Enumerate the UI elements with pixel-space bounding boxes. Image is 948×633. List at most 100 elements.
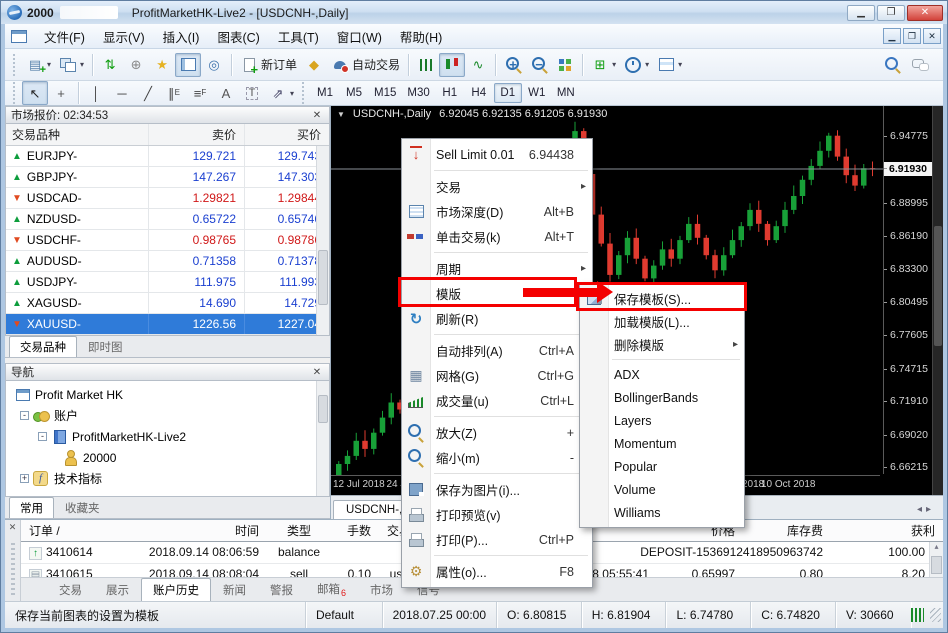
- strategy-tester-button[interactable]: ◎: [201, 53, 227, 77]
- collapse-icon[interactable]: -: [38, 432, 47, 441]
- template-submenu-item-8[interactable]: Popular: [580, 455, 744, 478]
- context-menu-item-14[interactable]: 放大(Z)+: [402, 420, 592, 445]
- context-menu-item-21[interactable]: ⚙属性(o)...F8: [402, 559, 592, 584]
- market-watch-row-XAGUSD-[interactable]: ▲XAGUSD-14.69014.729: [6, 293, 329, 314]
- periods-button[interactable]: ▾: [620, 53, 653, 77]
- tile-windows-button[interactable]: [552, 53, 578, 77]
- column-订单 /[interactable]: 订单 /: [21, 522, 117, 539]
- tab-账户历史[interactable]: 账户历史: [141, 578, 211, 601]
- tab-交易品种[interactable]: 交易品种: [9, 336, 77, 357]
- close-icon[interactable]: ✕: [310, 110, 324, 121]
- market-watch-scrollbar[interactable]: [316, 146, 329, 335]
- column-bid[interactable]: 卖价: [148, 124, 244, 145]
- tab-展示[interactable]: 展示: [94, 578, 141, 601]
- template-submenu-item-6[interactable]: Layers: [580, 409, 744, 432]
- drag-grip[interactable]: [11, 541, 15, 595]
- close-button[interactable]: ✕: [907, 5, 943, 21]
- tree-item-accounts[interactable]: - 账户: [6, 405, 329, 426]
- search-icon[interactable]: [883, 56, 901, 73]
- candle-chart-button[interactable]: [439, 53, 465, 77]
- line-chart-button[interactable]: ∿: [465, 53, 491, 77]
- market-watch-button[interactable]: ⇅: [97, 53, 123, 77]
- context-menu-item-15[interactable]: 缩小(m)-: [402, 445, 592, 470]
- context-menu-item-2[interactable]: 交易▸: [402, 174, 592, 199]
- column-类型[interactable]: 类型: [267, 522, 331, 539]
- template-submenu-item-2[interactable]: 删除模版▸: [580, 333, 744, 356]
- restore-button[interactable]: ❐: [877, 5, 905, 21]
- label-tool[interactable]: T: [239, 81, 265, 105]
- market-watch-row-USDCAD-[interactable]: ▼USDCAD-1.298211.29844: [6, 188, 329, 209]
- cursor-tool[interactable]: ↖: [22, 81, 48, 105]
- column-时间[interactable]: 时间: [117, 522, 267, 539]
- timeframe-M15[interactable]: M15: [369, 83, 401, 103]
- zoom-out-button[interactable]: −: [526, 53, 552, 77]
- timeframe-M5[interactable]: M5: [340, 83, 368, 103]
- shapes-tool[interactable]: ⇗▾: [265, 81, 298, 105]
- profiles-button[interactable]: ▾: [55, 53, 88, 77]
- minimize-button[interactable]: ▁: [847, 5, 875, 21]
- context-menu-item-3[interactable]: 市场深度(D)Alt+B: [402, 199, 592, 224]
- context-menu-item-4[interactable]: 单击交易(k)Alt+T: [402, 224, 592, 249]
- tab-市场[interactable]: 市场: [358, 578, 405, 601]
- menu-item-3[interactable]: 图表(C): [208, 24, 268, 49]
- new-chart-button[interactable]: ▤+▾: [22, 53, 55, 77]
- column-手数[interactable]: 手数: [331, 522, 379, 539]
- menu-item-2[interactable]: 插入(I): [154, 24, 209, 49]
- vertical-line-tool[interactable]: │: [83, 81, 109, 105]
- menu-item-5[interactable]: 窗口(W): [328, 24, 391, 49]
- timeframe-MN[interactable]: MN: [552, 83, 580, 103]
- market-watch-row-NZDUSD-[interactable]: ▲NZDUSD-0.657220.65746: [6, 209, 329, 230]
- expand-icon[interactable]: +: [20, 474, 29, 483]
- tab-邮箱[interactable]: 邮箱6: [305, 577, 358, 601]
- child-minimize-button[interactable]: ▁: [883, 28, 901, 44]
- bar-chart-button[interactable]: [413, 53, 439, 77]
- terminal-scrollbar[interactable]: ▴: [929, 542, 943, 577]
- chart-scrollbar[interactable]: [932, 106, 943, 495]
- fibonacci-tool[interactable]: ≡F: [187, 81, 213, 105]
- context-menu-item-7[interactable]: 模版▸: [402, 281, 592, 306]
- market-watch-row-XAUUSD-[interactable]: ▼XAUUSD-1226.561227.04: [6, 314, 329, 335]
- timeframe-M30[interactable]: M30: [402, 83, 434, 103]
- market-watch-row-GBPJPY-[interactable]: ▲GBPJPY-147.267147.303: [6, 167, 329, 188]
- data-window-button[interactable]: ⊕: [123, 53, 149, 77]
- column-symbol[interactable]: 交易品种: [6, 126, 148, 143]
- tree-item-account[interactable]: 20000: [6, 447, 329, 468]
- navigator-button[interactable]: ★: [149, 53, 175, 77]
- tab-即时图[interactable]: 即时图: [77, 336, 134, 357]
- context-menu-item-0[interactable]: ↓Sell Limit 0.016.94438: [402, 142, 592, 167]
- child-close-button[interactable]: ✕: [923, 28, 941, 44]
- terminal-button[interactable]: [175, 53, 201, 77]
- menu-item-1[interactable]: 显示(V): [94, 24, 154, 49]
- timeframe-H4[interactable]: H4: [465, 83, 493, 103]
- context-menu-item-18[interactable]: 打印预览(v): [402, 502, 592, 527]
- template-submenu-item-0[interactable]: 保存模板(S)...: [580, 287, 744, 310]
- tab-交易[interactable]: 交易: [47, 578, 94, 601]
- timeframe-M1[interactable]: M1: [311, 83, 339, 103]
- crosshair-tool[interactable]: +: [48, 81, 74, 105]
- zoom-in-button[interactable]: +: [500, 53, 526, 77]
- timeframe-H1[interactable]: H1: [436, 83, 464, 103]
- chat-icon[interactable]: [911, 56, 929, 73]
- template-submenu-item-4[interactable]: ADX: [580, 363, 744, 386]
- template-submenu-item-5[interactable]: BollingerBands: [580, 386, 744, 409]
- template-submenu-item-7[interactable]: Momentum: [580, 432, 744, 455]
- context-menu-item-19[interactable]: 打印(P)...Ctrl+P: [402, 527, 592, 552]
- context-menu-item-10[interactable]: 自动排列(A)Ctrl+A: [402, 338, 592, 363]
- tab-警报[interactable]: 警报: [258, 578, 305, 601]
- context-menu-item-12[interactable]: 成交量(u)Ctrl+L: [402, 388, 592, 413]
- template-submenu-item-9[interactable]: Volume: [580, 478, 744, 501]
- column-ask[interactable]: 买价: [244, 124, 329, 145]
- resize-grip-icon[interactable]: [930, 608, 941, 622]
- context-menu-item-6[interactable]: 周期▸: [402, 256, 592, 281]
- indicators-button[interactable]: ⊞▾: [587, 53, 620, 77]
- autotrading-button[interactable]: 自动交易: [327, 53, 404, 77]
- context-menu-item-11[interactable]: ▦网格(G)Ctrl+G: [402, 363, 592, 388]
- market-watch-row-USDCHF-[interactable]: ▼USDCHF-0.987650.98786: [6, 230, 329, 251]
- timeframe-D1[interactable]: D1: [494, 83, 522, 103]
- text-tool[interactable]: A: [213, 81, 239, 105]
- templates-button[interactable]: ▾: [653, 53, 686, 77]
- market-watch-row-AUDUSD-[interactable]: ▲AUDUSD-0.713580.71378: [6, 251, 329, 272]
- horizontal-line-tool[interactable]: ─: [109, 81, 135, 105]
- menu-item-4[interactable]: 工具(T): [269, 24, 328, 49]
- collapse-icon[interactable]: -: [20, 411, 29, 420]
